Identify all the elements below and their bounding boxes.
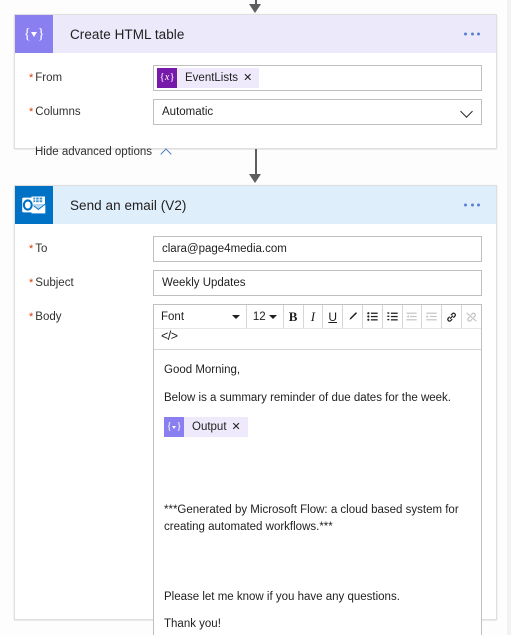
caret-down-icon	[232, 314, 240, 319]
card-title: Send an email (V2)	[70, 197, 187, 213]
email-body-content[interactable]: Good Morning, Below is a summary reminde…	[154, 350, 481, 635]
field-label-to: * To	[29, 243, 48, 255]
field-label-subject: * Subject	[29, 277, 74, 289]
body-closing-question: Please let me know if you have any quest…	[164, 590, 400, 603]
dynamic-content-token-eventlists[interactable]: {x} EventLists ✕	[157, 68, 260, 88]
action-card-send-an-email[interactable]: Send an email (V2) * To clara@page4media.…	[14, 185, 497, 635]
code-view-button[interactable]: </>	[154, 329, 178, 349]
required-asterisk: *	[29, 311, 34, 323]
to-input[interactable]: clara@page4media.com	[153, 236, 482, 262]
page-scrollbar[interactable]	[507, 0, 511, 635]
data-operations-braces-icon: {}	[15, 15, 53, 53]
field-label-from: * From	[29, 72, 63, 84]
connector-middle	[0, 149, 511, 185]
subject-input[interactable]: Weekly Updates	[153, 270, 482, 296]
columns-dropdown[interactable]: Automatic	[153, 99, 482, 125]
field-label-body: * Body	[29, 311, 62, 323]
ellipsis-menu-button[interactable]	[462, 27, 482, 42]
card-body: * To clara@page4media.com * Subject Weekly…	[15, 224, 496, 635]
field-row-columns: * Columns Automatic	[15, 91, 496, 125]
caret-down-icon	[268, 314, 277, 319]
arrow-down-icon	[249, 174, 261, 183]
dynamic-content-token-output[interactable]: {} Output ✕	[164, 417, 248, 438]
body-greeting: Good Morning,	[164, 364, 241, 376]
italic-button[interactable]: I	[303, 305, 322, 328]
from-input[interactable]: {x} EventLists ✕	[153, 65, 482, 91]
card-header[interactable]: Send an email (V2)	[15, 186, 496, 224]
card-title: Create HTML table	[70, 26, 185, 42]
link-icon[interactable]	[442, 305, 461, 328]
increase-indent-icon	[422, 305, 441, 328]
arrow-down-icon	[249, 4, 261, 13]
token-remove-icon[interactable]: ✕	[243, 72, 259, 84]
field-row-to: * To clara@page4media.com	[15, 224, 496, 262]
unlink-icon	[462, 305, 481, 328]
connector-top	[0, 0, 511, 14]
token-label: Output	[192, 421, 227, 433]
body-rich-text-editor[interactable]: Font 12 B I U </> Good Morning, Below is…	[153, 304, 482, 635]
bulleted-list-icon[interactable]	[363, 305, 382, 328]
token-label: EventLists	[185, 72, 239, 84]
columns-dropdown-value: Automatic	[162, 106, 214, 118]
body-intro: Below is a summary reminder of due dates…	[164, 391, 451, 404]
token-remove-icon[interactable]: ✕	[232, 421, 248, 433]
body-signoff: Thank you!	[164, 618, 221, 631]
rich-text-toolbar: Font 12 B I U </>	[154, 305, 481, 350]
pen-icon[interactable]	[343, 305, 362, 328]
required-asterisk: *	[29, 277, 34, 289]
card-header[interactable]: {} Create HTML table	[15, 15, 496, 53]
font-family-dropdown[interactable]: Font	[154, 305, 246, 328]
braces-triangle-icon: {}	[164, 417, 184, 438]
action-card-create-html-table[interactable]: {} Create HTML table * From {x} EventLis…	[14, 14, 497, 160]
underline-button[interactable]: U	[323, 305, 342, 328]
font-size-value: 12	[252, 310, 266, 323]
field-row-body: * Body Font 12 B I U </> Good Morning, B…	[15, 296, 496, 635]
outlook-icon	[15, 186, 53, 224]
required-asterisk: *	[29, 106, 34, 118]
required-asterisk: *	[29, 243, 34, 255]
numbered-list-icon[interactable]	[383, 305, 402, 328]
field-row-from: * From {x} EventLists ✕	[15, 53, 496, 91]
font-size-dropdown[interactable]: 12	[247, 305, 283, 328]
flow-designer-canvas: {} Create HTML table * From {x} EventLis…	[0, 0, 511, 635]
decrease-indent-icon	[402, 305, 421, 328]
braces-x-icon: {x}	[157, 68, 177, 88]
font-family-value: Font	[161, 310, 185, 323]
bold-button[interactable]: B	[284, 305, 303, 328]
body-footer-note: ***Generated by Microsoft Flow: a cloud …	[164, 504, 459, 534]
chevron-down-icon	[460, 105, 473, 118]
required-asterisk: *	[29, 72, 34, 84]
ellipsis-menu-button[interactable]	[462, 198, 482, 213]
field-label-columns: * Columns	[29, 106, 81, 118]
field-row-subject: * Subject Weekly Updates	[15, 262, 496, 296]
